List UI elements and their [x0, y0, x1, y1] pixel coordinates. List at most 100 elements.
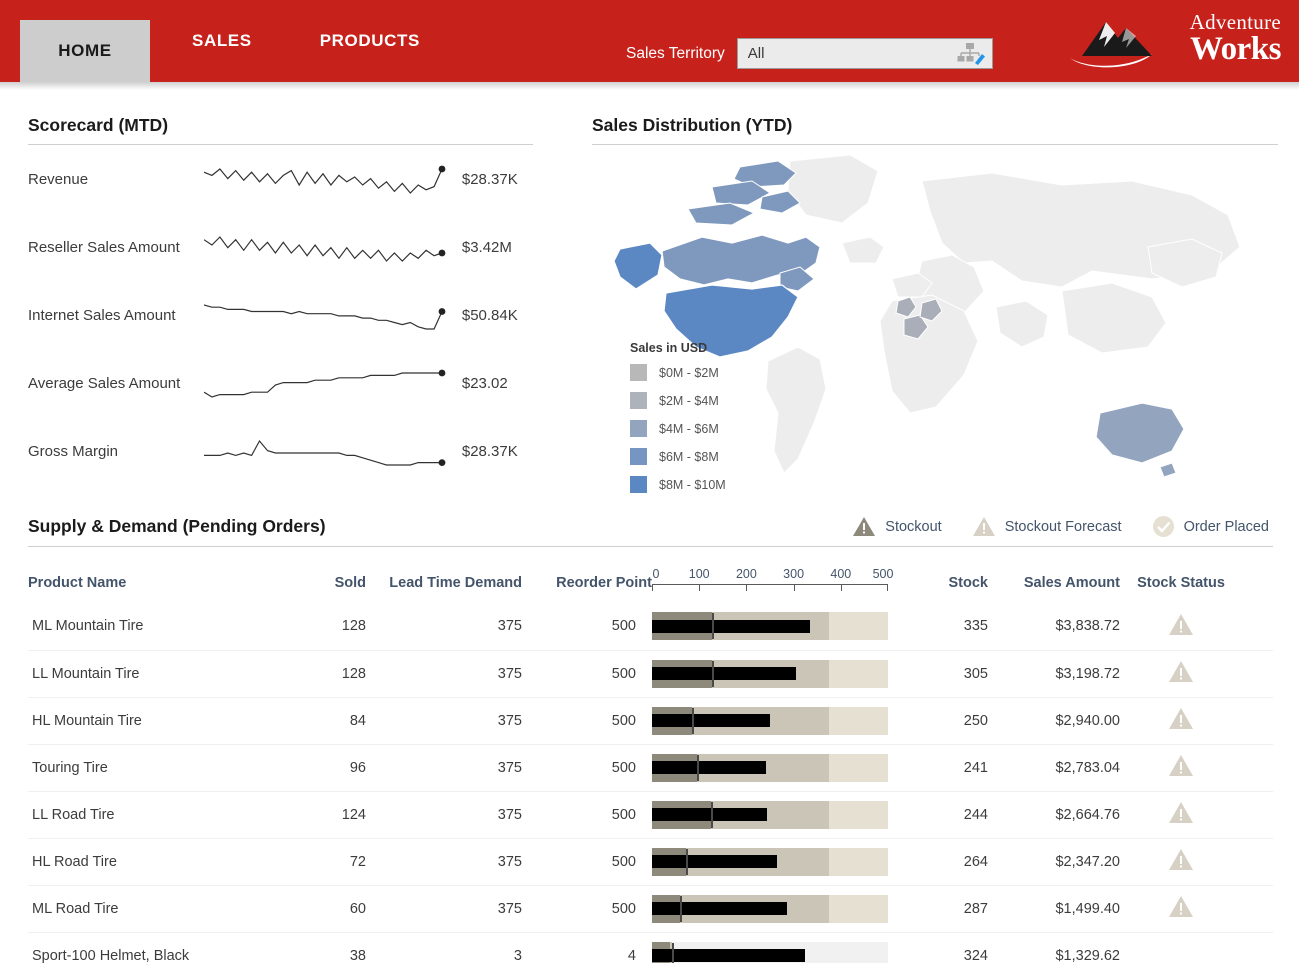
axis-tick-label: 200 [735, 567, 757, 581]
tab-products[interactable]: PRODUCTS [286, 0, 454, 82]
bullet-axis: 0 100 200 300 400 500 [652, 561, 893, 591]
cell-bullet [652, 744, 902, 792]
supply-demand-rule [28, 546, 1273, 547]
table-row[interactable]: LL Road Tire 124 375 500 244 $2,664.76 [28, 791, 1273, 839]
tab-sales-label: SALES [192, 31, 252, 50]
header-shadow [0, 82, 1299, 90]
legend-label: $8M - $10M [659, 477, 726, 492]
warning-triangle-icon[interactable] [1168, 613, 1194, 636]
legend-swatch [630, 448, 647, 465]
table-row[interactable]: LL Mountain Tire 128 375 500 305 $3,198.72 [28, 650, 1273, 698]
status-legend: Stockout Stockout Forecast Order Placed [852, 515, 1273, 538]
tab-sales[interactable]: SALES [158, 0, 286, 82]
map-legend: Sales in USD $0M - $2M $2M - $4M $4M - $6M… [630, 341, 726, 504]
legend-title: Sales in USD [630, 341, 708, 355]
bullet-value-bar [652, 949, 805, 962]
scorecard-metric-label: Internet Sales Amount [28, 306, 176, 324]
table-row[interactable]: ML Road Tire 60 375 500 287 $1,499.40 [28, 885, 1273, 933]
bullet-chart [652, 659, 888, 688]
cell-reorder-point: 500 [522, 697, 652, 745]
bullet-chart [652, 894, 888, 923]
cell-sold: 84 [302, 697, 366, 745]
bullet-value-bar [652, 902, 788, 915]
legend-item[interactable]: $0M - $2M [630, 364, 726, 381]
logo-line-adventure: Adventure [1189, 10, 1281, 34]
cell-stock: 241 [902, 744, 988, 792]
hierarchy-edit-icon[interactable] [956, 42, 986, 72]
cell-product-name: LL Road Tire [28, 791, 302, 839]
col-reorder-point[interactable]: Reorder Point [522, 551, 652, 603]
cell-sales-amount: $2,347.20 [988, 838, 1120, 886]
tab-home[interactable]: HOME [20, 20, 150, 82]
legend-items: $0M - $2M $2M - $4M $4M - $6M $6M - $8M $8M … [630, 364, 726, 493]
table-row[interactable]: HL Mountain Tire 84 375 500 250 $2,940.00 [28, 697, 1273, 745]
warning-triangle-icon[interactable] [1168, 895, 1194, 918]
legend-item[interactable]: $2M - $4M [630, 392, 726, 409]
sparkline [203, 431, 454, 471]
cell-product-name: HL Mountain Tire [28, 697, 302, 745]
scorecard-metric-value: $50.84K [461, 306, 518, 324]
cell-bullet [652, 885, 902, 933]
col-lead-time-demand[interactable]: Lead Time Demand [366, 551, 522, 603]
sparkline-svg [203, 439, 446, 466]
status-order-placed[interactable]: Order Placed [1152, 515, 1269, 538]
warning-triangle-icon[interactable] [1168, 754, 1194, 777]
cell-stock-status [1120, 932, 1242, 963]
cell-bullet [652, 932, 902, 963]
axis-tick-label: 100 [688, 567, 710, 581]
legend-swatch [630, 392, 647, 409]
warning-triangle-icon[interactable] [1168, 707, 1194, 730]
cell-spacer [1242, 838, 1273, 886]
bullet-value-bar [652, 761, 766, 774]
col-sold[interactable]: Sold [302, 551, 366, 603]
filter-input[interactable]: All [736, 38, 993, 72]
cell-stock: 250 [902, 697, 988, 745]
cell-spacer [1242, 791, 1273, 839]
legend-item[interactable]: $4M - $6M [630, 420, 726, 437]
cell-stock-status [1120, 650, 1242, 698]
warning-triangle-icon[interactable] [1168, 801, 1194, 824]
dashboard-root: HOME SALES PRODUCTS Sales Territory All [0, 0, 1299, 963]
scorecard-metric-label: Gross Margin [28, 442, 119, 460]
cell-sales-amount: $2,664.76 [988, 791, 1120, 839]
col-product-name[interactable]: Product Name [28, 551, 302, 603]
table-row[interactable]: Sport-100 Helmet, Black 38 3 4 324 $1,329.62 [28, 932, 1273, 963]
cell-spacer [1242, 932, 1273, 963]
cell-spacer [1242, 603, 1273, 651]
world-map[interactable]: Sales in USD $0M - $2M $2M - $4M $4M - $6M… [592, 151, 1278, 501]
cell-sold: 60 [302, 885, 366, 933]
bullet-target-marker [671, 942, 674, 963]
table-row[interactable]: Touring Tire 96 375 500 241 $2,783.04 [28, 744, 1273, 792]
sparkline [203, 159, 454, 199]
sparkline [203, 363, 454, 403]
cell-sold: 128 [302, 603, 366, 651]
filter-value: All [747, 45, 765, 62]
scorecard-row: Gross Margin $28.37K [28, 417, 533, 485]
status-order-placed-label: Order Placed [1183, 518, 1269, 535]
legend-item[interactable]: $8M - $10M [630, 476, 726, 493]
map-region-australia[interactable] [1095, 402, 1185, 464]
cell-sold: 124 [302, 791, 366, 839]
map-region-alaska[interactable] [613, 242, 663, 290]
sales-territory-filter: Sales Territory All [626, 38, 993, 69]
status-stockout-forecast[interactable]: Stockout Forecast [972, 516, 1122, 537]
col-bullet-axis: 0 100 200 300 400 500 [652, 551, 902, 603]
status-stockout-forecast-label: Stockout Forecast [1004, 518, 1122, 535]
warning-triangle-icon[interactable] [1168, 848, 1194, 871]
col-stock[interactable]: Stock [902, 551, 989, 603]
cell-bullet [652, 650, 902, 698]
sparkline [203, 227, 454, 267]
axis-tick-label: 400 [830, 567, 852, 581]
col-sales-amount[interactable]: Sales Amount [988, 551, 1120, 603]
legend-item[interactable]: $6M - $8M [630, 448, 726, 465]
table-header: Product Name Sold Lead Time Demand Reord… [28, 551, 1273, 603]
cell-product-name: Sport-100 Helmet, Black [28, 932, 302, 963]
table-row[interactable]: HL Road Tire 72 375 500 264 $2,347.20 [28, 838, 1273, 886]
warning-triangle-icon[interactable] [1168, 660, 1194, 683]
table-row[interactable]: ML Mountain Tire 128 375 500 335 $3,838.72 [28, 603, 1273, 651]
scorecard-row: Revenue $28.37K [28, 145, 533, 213]
cell-lead-time-demand: 375 [366, 650, 522, 698]
status-stockout[interactable]: Stockout [852, 516, 942, 537]
col-stock-status[interactable]: Stock Status [1120, 551, 1242, 603]
sparkline-svg [203, 304, 446, 330]
